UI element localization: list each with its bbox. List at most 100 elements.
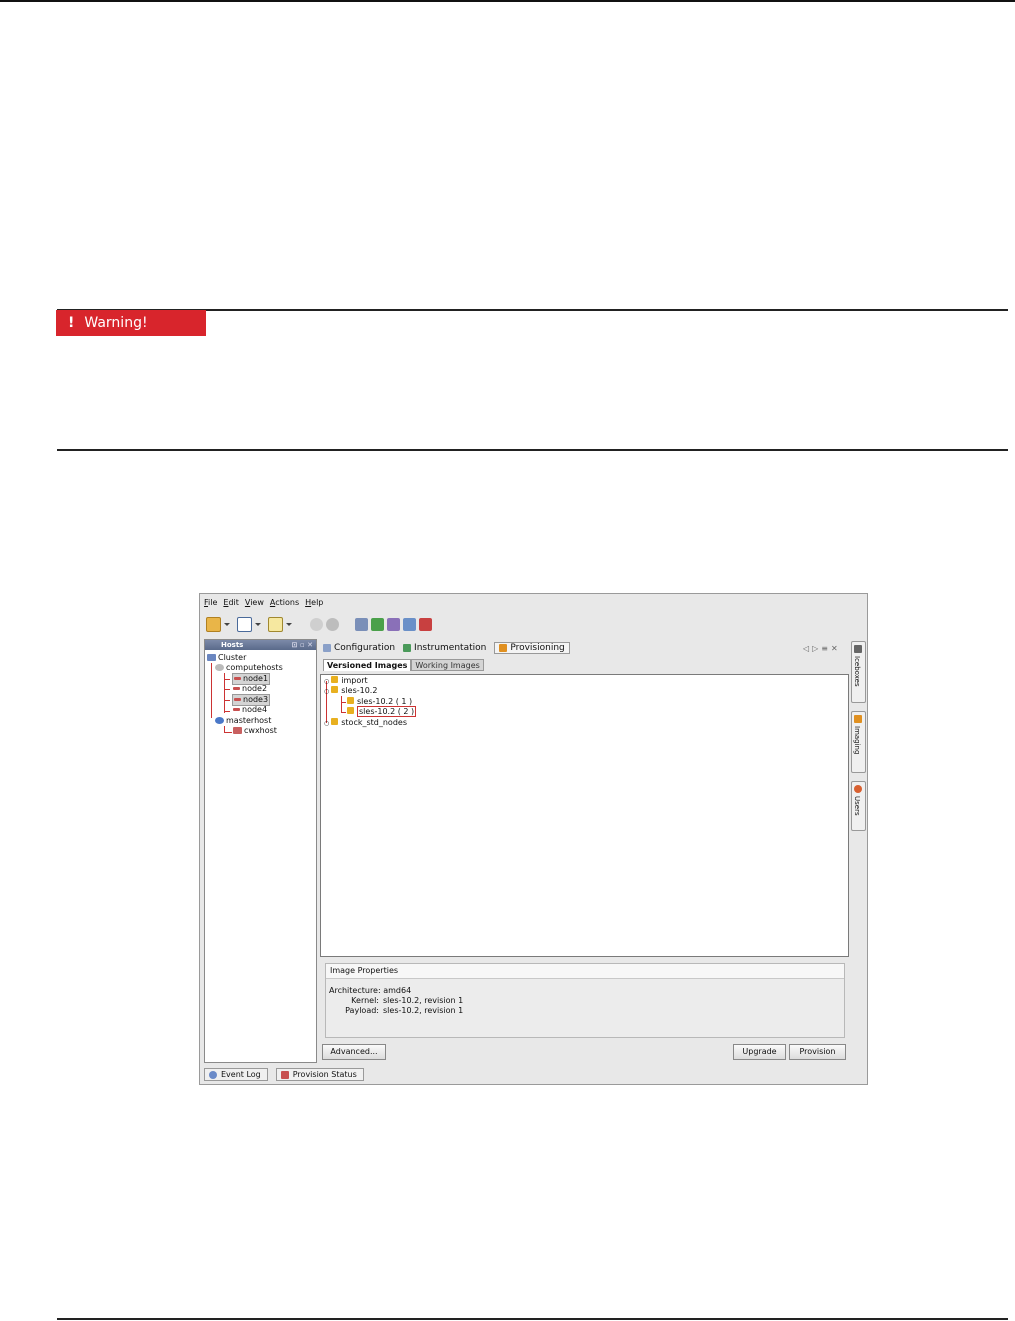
tree-line <box>224 679 230 680</box>
property-key: Payload: <box>345 1006 379 1015</box>
power-off-icon[interactable] <box>326 617 339 631</box>
tree-item-node4[interactable]: node4 <box>233 705 267 715</box>
side-tab-label: Users <box>853 796 861 816</box>
image-item-stock-std-nodes[interactable]: ○ stock_std_nodes <box>324 718 407 729</box>
bottom-tabs: Event Log Provision Status <box>204 1068 364 1081</box>
menu-bar: File Edit View Actions Help <box>204 598 323 610</box>
property-value: sles-10.2, revision 1 <box>383 1006 464 1015</box>
group-icon <box>215 664 224 671</box>
image-properties-title: Image Properties <box>326 964 844 979</box>
page-top-rule <box>0 0 1015 2</box>
hosts-panel-title: Hosts ⊡ ▫ ✕ <box>205 640 316 650</box>
lock-icon <box>331 686 339 693</box>
tree-root-cluster[interactable]: Cluster <box>207 653 246 663</box>
tab-provision-status[interactable]: Provision Status <box>275 1068 364 1081</box>
image-label: sles-10.2 <box>341 686 378 695</box>
lock-icon <box>347 697 354 704</box>
tools-icon[interactable] <box>419 617 432 631</box>
tree-label: node1 <box>243 674 269 683</box>
tree-line <box>224 711 230 712</box>
hosts-title-label: Hosts <box>221 641 244 649</box>
side-tab-imaging[interactable]: Imaging <box>851 711 866 773</box>
chevron-down-icon[interactable] <box>286 622 292 626</box>
calendar-icon[interactable] <box>268 616 283 632</box>
chevron-down-icon[interactable] <box>224 622 230 626</box>
image-subtabs: Versioned Images Working Images <box>323 659 484 671</box>
panel-controls-icon[interactable]: ⊡ ▫ ✕ <box>292 640 313 650</box>
tree-label: node3 <box>243 695 269 704</box>
main-tabs: Configuration Instrumentation Provisioni… <box>323 642 570 654</box>
tree-label: node4 <box>242 705 268 714</box>
users-icon <box>854 785 862 793</box>
warning-badge: ! Warning! <box>56 310 206 336</box>
tree-label: masterhost <box>226 716 272 725</box>
tab-configuration[interactable]: Configuration <box>323 642 395 654</box>
tree-group-masterhost[interactable]: masterhost <box>215 716 271 726</box>
tree-line <box>224 700 230 701</box>
database-icon[interactable] <box>355 617 368 631</box>
advanced-button[interactable]: Advanced... <box>322 1044 386 1060</box>
tab-event-log[interactable]: Event Log <box>204 1068 268 1081</box>
import-icon[interactable] <box>371 617 384 631</box>
menu-actions[interactable]: Actions <box>270 598 299 610</box>
upgrade-button[interactable]: Upgrade <box>733 1044 786 1060</box>
layout-icon[interactable] <box>237 616 252 632</box>
tree-item-cwxhost[interactable]: cwxhost <box>233 726 277 736</box>
node-icon <box>233 708 240 711</box>
node-icon <box>234 698 241 701</box>
image-label: stock_std_nodes <box>341 718 407 727</box>
tree-group-computehosts[interactable]: computehosts <box>215 663 283 673</box>
chevron-down-icon[interactable] <box>255 622 261 626</box>
warning-label: Warning! <box>84 315 148 331</box>
cluster-icon <box>207 654 216 661</box>
menu-help[interactable]: Help <box>305 598 323 610</box>
instrumentation-icon <box>403 644 412 652</box>
tab-versioned-images[interactable]: Versioned Images <box>323 659 412 671</box>
tab-working-images[interactable]: Working Images <box>411 659 484 671</box>
tree-label: Cluster <box>218 653 247 662</box>
image-label: sles-10.2 ( 1 ) <box>357 697 413 706</box>
toolbar <box>206 616 432 632</box>
disk-icon[interactable] <box>387 617 400 631</box>
hosts-panel: Hosts ⊡ ▫ ✕ Cluster computehosts node1 n… <box>204 639 317 1063</box>
node-icon <box>234 677 241 680</box>
expand-icon: ○ <box>324 688 330 695</box>
image-label-selected: sles-10.2 ( 2 ) <box>357 706 417 717</box>
host-icon <box>233 727 242 734</box>
tree-line <box>341 696 342 712</box>
tree-line <box>211 663 212 718</box>
search-icon[interactable] <box>403 617 416 631</box>
panel-nav-icons[interactable]: ◁▷≡✕ <box>803 644 841 653</box>
provisioning-icon <box>499 644 508 652</box>
tree-line <box>224 732 232 733</box>
event-log-icon <box>209 1070 217 1079</box>
menu-edit[interactable]: Edit <box>223 598 239 610</box>
image-item-sles-10-2[interactable]: ○ sles-10.2 <box>324 686 377 697</box>
expand-icon: ○ <box>324 720 330 727</box>
lock-icon <box>331 676 339 683</box>
menu-file[interactable]: File <box>204 598 217 610</box>
tree-line <box>341 712 346 713</box>
tab-label: Provision Status <box>292 1069 357 1079</box>
tab-instrumentation[interactable]: Instrumentation <box>403 642 486 654</box>
property-value: amd64 <box>383 986 412 995</box>
power-on-icon[interactable] <box>310 617 323 631</box>
tab-provisioning[interactable]: Provisioning <box>494 642 570 654</box>
tab-label: Provisioning <box>510 643 565 653</box>
side-tab-users[interactable]: Users <box>851 781 866 831</box>
image-properties-panel: Image Properties Architecture: amd64 Ker… <box>325 963 845 1038</box>
property-key: Kernel: <box>351 996 379 1005</box>
page-bottom-rule <box>57 1318 1008 1320</box>
icebox-icon <box>854 645 862 653</box>
tree-item-node2[interactable]: node2 <box>233 684 267 694</box>
new-icon[interactable] <box>206 616 221 632</box>
provision-button[interactable]: Provision <box>789 1044 846 1060</box>
image-item-sles-rev2[interactable]: sles-10.2 ( 2 ) <box>347 706 417 717</box>
property-key: Architecture: <box>329 986 381 995</box>
menu-view[interactable]: View <box>245 598 264 610</box>
image-label: import <box>341 676 368 685</box>
side-tab-iceboxes[interactable]: Iceboxes <box>851 641 866 703</box>
tab-label: Instrumentation <box>414 643 487 653</box>
property-kernel: Kernel: sles-10.2, revision 1 <box>329 996 463 1005</box>
lock-icon <box>331 718 339 725</box>
